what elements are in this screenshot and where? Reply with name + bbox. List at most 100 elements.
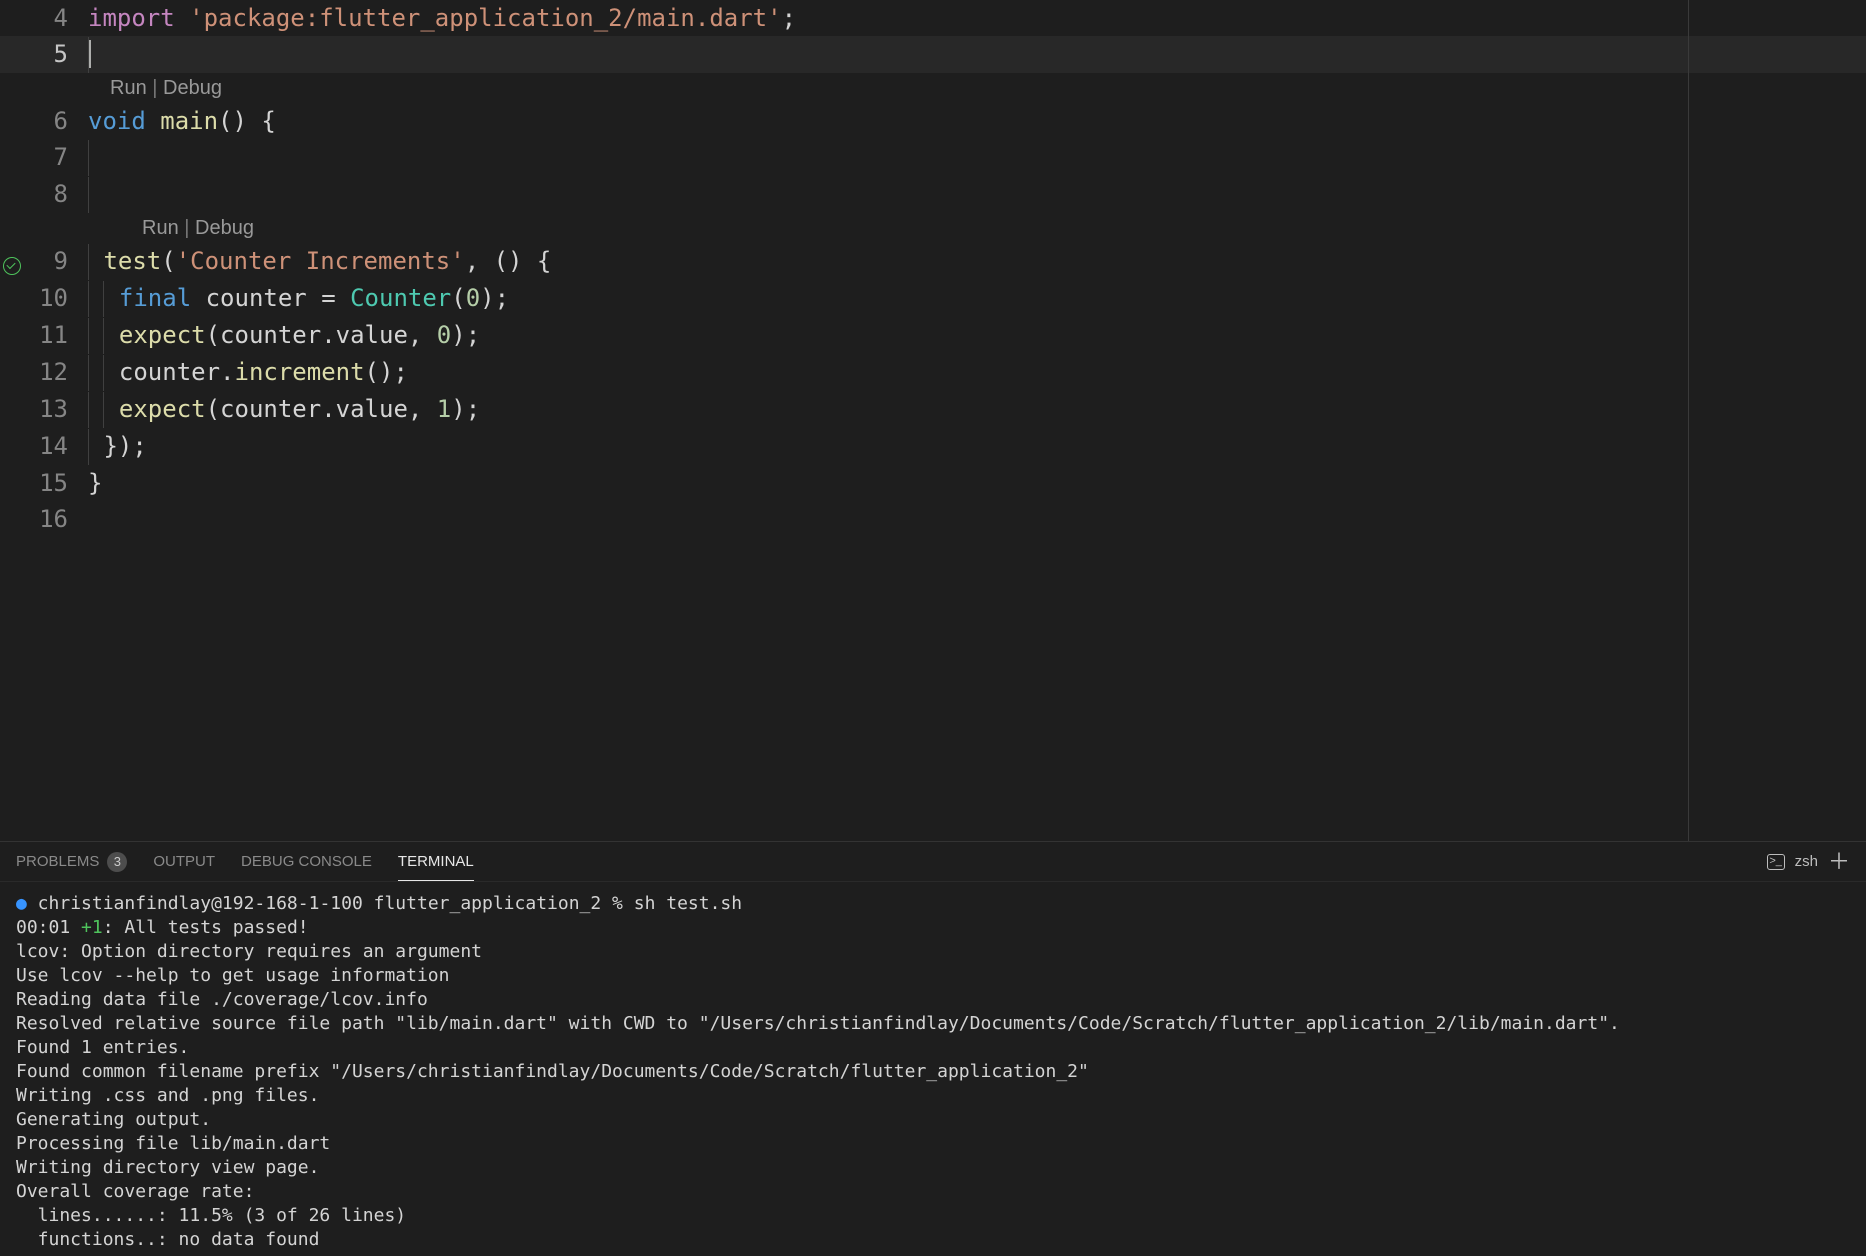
terminal-line: Writing .css and .png files. [16,1085,319,1106]
terminal-line: Processing file lib/main.dart [16,1133,330,1154]
code-line[interactable]: 8 [0,176,1866,213]
terminal-line: Found common filename prefix "/Users/chr… [16,1061,1089,1082]
code-line[interactable]: 6 void main() { [0,103,1866,139]
function-test: test [103,247,161,275]
prompt-status-icon: ● [16,893,27,914]
punctuation: }); [103,432,146,460]
arguments: (counter.value, [206,321,437,349]
terminal-body[interactable]: ● christianfindlay@192-168-1-100 flutter… [0,882,1866,1256]
codelens-run[interactable]: Run [142,217,179,239]
test-pass-icon[interactable] [3,257,21,275]
codelens-test: Run | Debug [0,213,1866,243]
code-line[interactable]: 4 import 'package:flutter_application_2/… [0,0,1866,36]
prompt-dir: flutter_application_2 [363,893,601,914]
code-content[interactable]: counter.increment(); [88,354,1866,391]
prompt-userhost: christianfindlay@192-168-1-100 [27,893,363,914]
identifier: counter. [119,358,235,386]
method-increment: increment [235,358,365,386]
text-cursor [89,40,91,68]
code-content[interactable]: final counter = Counter(0); [88,280,1866,317]
editor-area[interactable]: 4 import 'package:flutter_application_2/… [0,0,1866,841]
code-line[interactable]: 10 final counter = Counter(0); [0,280,1866,317]
terminal-line: Resolved relative source file path "lib/… [16,1013,1620,1034]
codelens-run[interactable]: Run [110,77,147,99]
code-line[interactable]: 13 expect(counter.value, 1); [0,391,1866,428]
codelens-debug[interactable]: Debug [163,77,222,99]
terminal-line: Generating output. [16,1109,211,1130]
function-expect: expect [119,321,206,349]
code-line[interactable]: 15 } [0,465,1866,501]
identifier: counter [191,284,321,312]
line-number: 13 [24,391,88,427]
code-line[interactable]: 16 [0,501,1866,537]
semicolon: ; [782,4,796,32]
terminal-shell-icon[interactable]: >_ [1767,854,1785,870]
line-number: 8 [24,176,88,212]
code-content[interactable]: expect(counter.value, 1); [88,391,1866,428]
code-line[interactable]: 7 [0,139,1866,176]
code-line[interactable]: 9 test('Counter Increments', () { [0,243,1866,280]
tab-output[interactable]: OUTPUT [153,842,215,881]
codelens-main: Run | Debug [0,73,1866,103]
line-number: 9 [24,243,88,279]
line-number: 15 [24,465,88,501]
code-content[interactable]: } [88,465,1866,501]
code-content[interactable]: test('Counter Increments', () { [88,243,1866,280]
code-content[interactable]: void main() { [88,103,1866,139]
test-pass-count: +1 [81,917,103,938]
tab-terminal[interactable]: TERMINAL [398,842,474,881]
keyword-final: final [119,284,191,312]
problems-count-badge: 3 [107,852,127,872]
punctuation: ); [451,395,480,423]
code-line-current[interactable]: 5 [0,36,1866,73]
line-number: 11 [24,317,88,353]
terminal-line: lcov: Option directory requires an argum… [16,941,482,962]
function-main: main [160,107,218,135]
terminal-line: Reading data file ./coverage/lcov.info [16,989,428,1010]
code-line[interactable]: 12 counter.increment(); [0,354,1866,391]
new-terminal-icon[interactable]: ＋ [1828,851,1850,873]
bottom-panel: PROBLEMS 3 OUTPUT DEBUG CONSOLE TERMINAL… [0,841,1866,1256]
code-content[interactable] [88,36,1866,73]
terminal-line: Overall coverage rate: [16,1181,254,1202]
panel-actions: >_ zsh ＋ [1767,851,1850,873]
codelens-debug[interactable]: Debug [195,217,254,239]
gutter[interactable] [0,243,24,279]
tab-output-label: OUTPUT [153,853,215,870]
line-number: 12 [24,354,88,390]
line-number: 16 [24,501,88,537]
punctuation: ); [480,284,509,312]
terminal-line: Found 1 entries. [16,1037,189,1058]
string-literal: 'Counter Increments' [176,247,465,275]
punctuation: , () { [465,247,552,275]
tab-problems-label: PROBLEMS [16,853,99,870]
punctuation: ( [451,284,465,312]
code-content[interactable]: expect(counter.value, 0); [88,317,1866,354]
code-content[interactable]: }); [88,428,1866,465]
number-literal: 0 [437,321,451,349]
tab-problems[interactable]: PROBLEMS 3 [16,842,127,881]
terminal-line: 00:01 [16,917,81,938]
punctuation: } [88,469,102,497]
string-literal: 'package:flutter_application_2/main.dart… [189,4,781,32]
shell-name[interactable]: zsh [1795,853,1818,870]
number-literal: 1 [437,395,451,423]
codelens-separator: | [147,77,163,99]
code-line[interactable]: 11 expect(counter.value, 0); [0,317,1866,354]
line-number: 4 [24,0,88,36]
punctuation: ( [161,247,175,275]
panel-tabs: PROBLEMS 3 OUTPUT DEBUG CONSOLE TERMINAL… [0,842,1866,882]
code-line[interactable]: 14 }); [0,428,1866,465]
type-counter: Counter [350,284,451,312]
code-content[interactable]: import 'package:flutter_application_2/ma… [88,0,1866,36]
code-content[interactable] [88,139,1866,176]
tab-debug-console[interactable]: DEBUG CONSOLE [241,842,372,881]
punctuation: ); [451,321,480,349]
tab-debug-console-label: DEBUG CONSOLE [241,853,372,870]
code-content[interactable] [88,176,1866,213]
line-number: 7 [24,139,88,175]
prompt-symbol: % [601,893,634,914]
terminal-line: Writing directory view page. [16,1157,319,1178]
punctuation: (); [365,358,408,386]
operator: = [321,284,350,312]
